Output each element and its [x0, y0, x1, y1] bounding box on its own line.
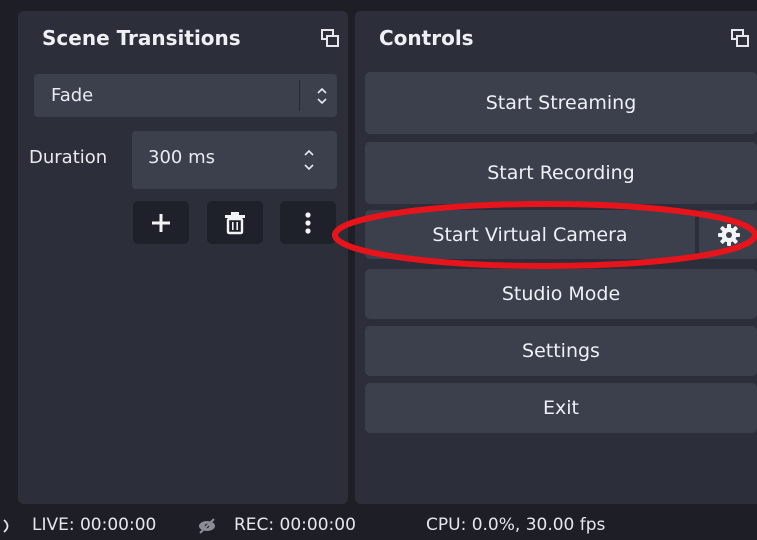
- kebab-menu-icon: [305, 211, 311, 234]
- rec-timer: REC: 00:00:00: [234, 515, 356, 535]
- trash-icon: [225, 211, 245, 234]
- transition-properties-button[interactable]: [280, 201, 336, 244]
- button-label: Settings: [522, 340, 600, 362]
- broadcast-icon: [3, 519, 9, 533]
- transition-select-value: Fade: [51, 85, 94, 106]
- virtual-camera-config-button[interactable]: [699, 210, 757, 259]
- duration-label: Duration: [29, 147, 108, 168]
- float-dock-icon[interactable]: [320, 28, 340, 48]
- button-label: Exit: [543, 397, 579, 419]
- button-label: Start Virtual Camera: [432, 223, 628, 246]
- plus-icon: [152, 213, 170, 232]
- controls-header: Controls: [355, 11, 757, 64]
- cpu-fps: CPU: 0.0%, 30.00 fps: [426, 515, 606, 535]
- eye-slash-icon: [199, 518, 215, 534]
- duration-spinbox[interactable]: 300 ms: [132, 131, 337, 189]
- start-streaming-button[interactable]: Start Streaming: [365, 72, 757, 134]
- studio-mode-button[interactable]: Studio Mode: [365, 269, 757, 319]
- gear-icon: [718, 223, 740, 246]
- float-dock-icon[interactable]: [730, 28, 750, 48]
- button-label: Start Recording: [487, 162, 635, 184]
- add-transition-button[interactable]: [133, 201, 189, 244]
- duration-value: 300 ms: [148, 147, 215, 168]
- controls-dock: Controls Start Streaming Start Recording…: [355, 11, 757, 504]
- spin-up-down-icon[interactable]: [302, 147, 316, 173]
- start-recording-button[interactable]: Start Recording: [365, 142, 757, 204]
- live-timer: LIVE: 00:00:00: [32, 515, 157, 535]
- scene-transitions-header: Scene Transitions: [18, 11, 348, 64]
- chevron-up-down-icon: [317, 87, 327, 105]
- start-virtual-camera-button[interactable]: Start Virtual Camera: [365, 210, 695, 259]
- settings-button[interactable]: Settings: [365, 326, 757, 376]
- transition-select[interactable]: Fade: [34, 74, 337, 117]
- remove-transition-button[interactable]: [207, 201, 263, 244]
- dock-title: Controls: [379, 25, 474, 50]
- dock-title: Scene Transitions: [42, 25, 241, 50]
- button-label: Studio Mode: [501, 283, 621, 305]
- status-bar: LIVE: 00:00:00 REC: 00:00:00 CPU: 0.0%, …: [0, 510, 757, 540]
- combo-divider: [299, 80, 300, 111]
- exit-button[interactable]: Exit: [365, 383, 757, 433]
- button-label: Start Streaming: [485, 92, 637, 114]
- scene-transitions-dock: Scene Transitions Fade Duration 300 ms: [18, 11, 348, 504]
